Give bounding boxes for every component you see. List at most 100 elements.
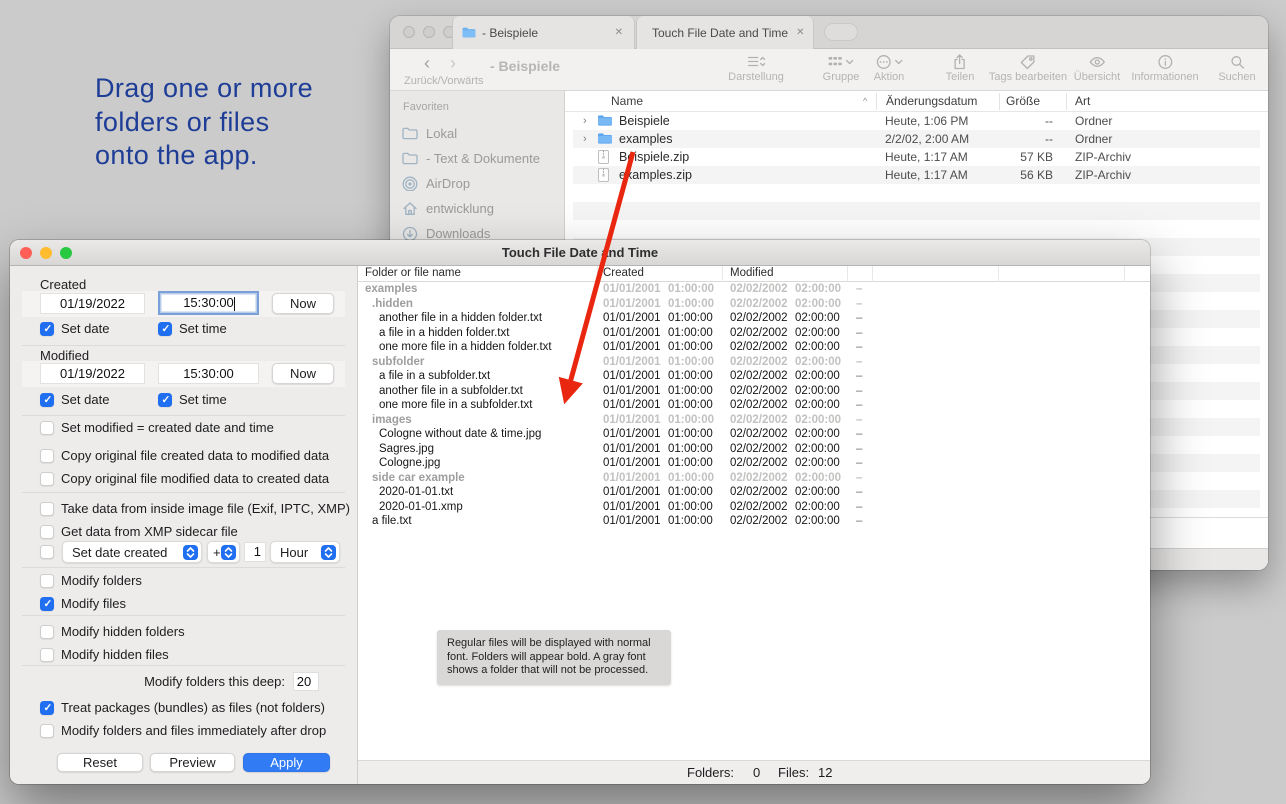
disclosure-chevron-icon[interactable]: › [583, 130, 587, 148]
checkbox[interactable] [40, 574, 54, 588]
sidebar-item-text-dokumente[interactable]: - Text & Dokumente [390, 146, 564, 171]
checkbox[interactable] [40, 502, 54, 516]
checkbox[interactable] [40, 525, 54, 539]
checkbox[interactable] [40, 648, 54, 662]
offset-amount-field[interactable]: 1 [244, 542, 266, 562]
checkbox[interactable] [158, 322, 172, 336]
option-checkbox-row[interactable]: Modify hidden files [40, 647, 185, 662]
column-header-size[interactable]: Größe [1006, 94, 1040, 108]
table-row[interactable]: side car example 01/01/2001 01:00:00 02/… [358, 471, 1150, 486]
column-divider[interactable] [876, 93, 877, 110]
sidebar-item-lokal[interactable]: Lokal [390, 121, 564, 146]
table-row[interactable]: 2020-01-01.txt 01/01/2001 01:00:00 02/02… [358, 485, 1150, 500]
modified-set-time-checkbox[interactable]: Set time [158, 392, 227, 407]
disclosure-chevron-icon[interactable]: › [583, 112, 587, 130]
table-row[interactable]: subfolder 01/01/2001 01:00:00 02/02/2002… [358, 355, 1150, 370]
column-header-kind[interactable]: Art [1075, 94, 1090, 108]
table-row[interactable]: Cologne.jpg 01/01/2001 01:00:00 02/02/20… [358, 456, 1150, 471]
option-checkbox-row[interactable]: Copy original file created data to modif… [40, 448, 329, 463]
table-row[interactable]: another file in a hidden folder.txt 01/0… [358, 311, 1150, 326]
back-button[interactable]: ‹ [424, 54, 430, 72]
file-row[interactable]: Beispiele.zip Heute, 1:17 AM 57 KB ZIP-A… [573, 148, 1260, 166]
option-checkbox-row[interactable]: Modify hidden folders [40, 624, 185, 639]
checkbox[interactable] [40, 701, 54, 715]
apply-button[interactable]: Apply [243, 753, 330, 772]
toolbar-action-button[interactable]: Aktion [874, 53, 905, 83]
created-date-field[interactable]: 01/19/2022 [40, 293, 145, 314]
table-row[interactable]: 2020-01-01.xmp 01/01/2001 01:00:00 02/02… [358, 500, 1150, 515]
table-row[interactable]: one more file in a subfolder.txt 01/01/2… [358, 398, 1150, 413]
file-row[interactable]: › Beispiele Heute, 1:06 PM -- Ordner [573, 112, 1260, 130]
column-header-name[interactable]: Folder or file name [365, 267, 461, 279]
close-button[interactable] [20, 247, 32, 259]
new-tab-stub[interactable] [824, 23, 858, 41]
forward-button[interactable]: › [450, 54, 456, 72]
checkbox[interactable] [40, 449, 54, 463]
minimize-button[interactable] [423, 26, 435, 38]
checkbox[interactable] [40, 625, 54, 639]
close-button[interactable] [403, 26, 415, 38]
file-row[interactable]: › examples 2/2/02, 2:00 AM -- Ordner [573, 130, 1260, 148]
created-now-button[interactable]: Now [272, 293, 334, 314]
modified-time-field[interactable]: 15:30:00 [158, 363, 259, 384]
created-set-date-checkbox[interactable]: Set date [40, 321, 109, 336]
created-time-field[interactable]: 15:30:00 [158, 291, 259, 315]
minimize-button[interactable] [40, 247, 52, 259]
table-row[interactable]: Cologne without date & time.jpg 01/01/20… [358, 427, 1150, 442]
column-header-modified[interactable]: Modified [730, 267, 773, 279]
plus-minus-select[interactable]: + [207, 541, 240, 563]
toolbar-search-button[interactable]: Suchen [1218, 53, 1255, 83]
checkbox[interactable] [40, 597, 54, 611]
option-checkbox-row[interactable]: Copy original file modified data to crea… [40, 471, 329, 486]
toolbar-tags-button[interactable]: Tags bearbeiten [989, 53, 1067, 83]
table-row[interactable]: .hidden 01/01/2001 01:00:00 02/02/2002 0… [358, 297, 1150, 312]
modified-set-date-checkbox[interactable]: Set date [40, 392, 109, 407]
checkbox[interactable] [40, 322, 54, 336]
preview-button[interactable]: Preview [150, 753, 235, 772]
file-row[interactable]: examples.zip Heute, 1:17 AM 56 KB ZIP-Ar… [573, 166, 1260, 184]
tab-touch-file-date-and-time[interactable]: Touch File Date and Time ✕ [636, 16, 814, 49]
table-row[interactable]: examples 01/01/2001 01:00:00 02/02/2002 … [358, 282, 1150, 297]
zoom-button[interactable] [60, 247, 72, 259]
reset-button[interactable]: Reset [57, 753, 143, 772]
checkbox[interactable] [40, 724, 54, 738]
toolbar-info-button[interactable]: Informationen [1131, 53, 1198, 83]
column-divider[interactable] [1066, 93, 1067, 110]
option-checkbox-row[interactable]: Set modified = created date and time [40, 420, 274, 435]
modified-date-field[interactable]: 01/19/2022 [40, 363, 145, 384]
column-header-modified-date[interactable]: Änderungsdatum [886, 94, 977, 108]
tab-close-icon[interactable]: ✕ [794, 27, 806, 38]
option-checkbox-row[interactable]: Take data from inside image file (Exif, … [40, 501, 350, 516]
table-row[interactable]: Sagres.jpg 01/01/2001 01:00:00 02/02/200… [358, 442, 1150, 457]
table-row[interactable]: a file in a hidden folder.txt 01/01/2001… [358, 326, 1150, 341]
tab-close-icon[interactable]: ✕ [613, 27, 625, 38]
column-header-name[interactable]: Name [611, 94, 643, 108]
table-row[interactable]: one more file in a hidden folder.txt 01/… [358, 340, 1150, 355]
date-field-select[interactable]: Set date created [62, 541, 202, 563]
table-row[interactable]: a file in a subfolder.txt 01/01/2001 01:… [358, 369, 1150, 384]
checkbox[interactable] [40, 472, 54, 486]
option-checkbox-row[interactable]: Modify folders [40, 573, 142, 588]
toolbar-share-button[interactable]: Teilen [946, 53, 975, 83]
sidebar-item-entwicklung[interactable]: entwicklung [390, 196, 564, 221]
checkbox[interactable] [40, 393, 54, 407]
set-date-offset-checkbox[interactable] [40, 545, 54, 559]
checkbox[interactable] [158, 393, 172, 407]
checkbox[interactable] [40, 545, 54, 559]
table-row[interactable]: a file.txt 01/01/2001 01:00:00 02/02/200… [358, 514, 1150, 529]
table-row[interactable]: images 01/01/2001 01:00:00 02/02/2002 02… [358, 413, 1150, 428]
toolbar-view-button[interactable]: Darstellung [728, 53, 784, 83]
folder-depth-field[interactable]: 20 [293, 672, 319, 691]
column-header-created[interactable]: Created [603, 267, 644, 279]
option-checkbox-row[interactable]: Get data from XMP sidecar file [40, 524, 350, 539]
toolbar-group-button[interactable]: Gruppe [823, 53, 860, 83]
offset-unit-select[interactable]: Hour [270, 541, 340, 563]
option-checkbox-row[interactable]: Modify files [40, 596, 142, 611]
sidebar-item-airdrop[interactable]: AirDrop [390, 171, 564, 196]
toolbar-quicklook-button[interactable]: Übersicht [1074, 53, 1120, 83]
created-set-time-checkbox[interactable]: Set time [158, 321, 227, 336]
tab-beispiele[interactable]: - Beispiele ✕ [452, 16, 635, 49]
column-divider[interactable] [999, 93, 1000, 110]
option-checkbox-row[interactable]: Treat packages (bundles) as files (not f… [40, 700, 326, 715]
checkbox[interactable] [40, 421, 54, 435]
